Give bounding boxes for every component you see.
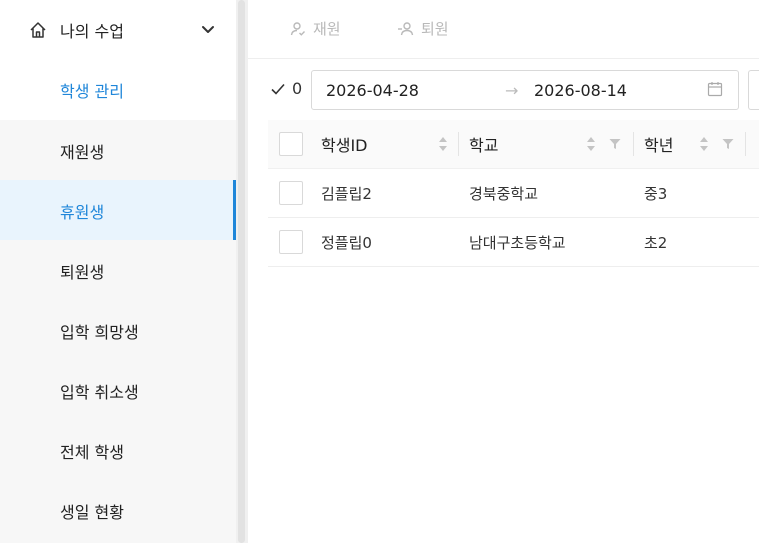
sidebar-item-label: 입학 취소생 <box>60 383 139 402</box>
cell-student-id: 정플립0 <box>321 233 372 252</box>
filter-bar: 0 2026-04-28 → 2026-08-14 <box>248 70 759 110</box>
main-content: 재원 퇴원 0 2026-04-28 → 2026-08-14 학생ID 학교 … <box>248 0 759 543</box>
arrow-right-icon: → <box>505 81 519 100</box>
sidebar-item-on-leave[interactable]: 휴원생 <box>0 180 236 240</box>
sidebar-item-all-students[interactable]: 전체 학생 <box>0 420 236 480</box>
menu-group-label: 나의 수업 <box>60 22 124 41</box>
column-header-school[interactable]: 학교 <box>458 120 633 169</box>
user-remove-icon <box>398 21 414 35</box>
toolbar: 재원 퇴원 <box>248 0 759 59</box>
checkmark-icon <box>271 83 285 95</box>
sidebar-item-withdrawn[interactable]: 퇴원생 <box>0 240 236 300</box>
menu-group-student-management[interactable]: 학생 관리 <box>0 60 236 157</box>
cell-student-id: 김플립2 <box>321 184 372 203</box>
column-divider <box>458 132 459 156</box>
sort-icon[interactable] <box>586 136 596 152</box>
select-all-header <box>268 120 310 169</box>
user-check-icon <box>290 21 306 36</box>
home-icon <box>30 22 46 38</box>
selected-count-value: 0 <box>292 79 303 98</box>
column-header-grade[interactable]: 학년 <box>633 120 759 169</box>
column-divider <box>633 132 634 156</box>
sidebar-item-label: 퇴원생 <box>60 263 105 282</box>
sidebar-item-cancelled[interactable]: 입학 취소생 <box>0 360 236 420</box>
column-header-label: 학교 <box>469 136 499 155</box>
cell-grade: 초2 <box>644 233 668 252</box>
row-checkbox[interactable] <box>279 181 303 205</box>
sidebar-item-label: 생일 현황 <box>60 503 124 522</box>
date-from[interactable]: 2026-04-28 <box>326 81 419 100</box>
cell-school: 남대구초등학교 <box>469 233 566 252</box>
menu-group-label: 학생 관리 <box>60 82 124 101</box>
menu-group-my-class[interactable]: 나의 수업 <box>0 0 236 60</box>
chevron-down-icon[interactable] <box>200 21 216 37</box>
sidebar-item-label: 입학 희망생 <box>60 323 139 342</box>
sidebar-scrollbar-thumb[interactable] <box>238 0 245 543</box>
filter-icon[interactable] <box>609 138 621 150</box>
sidebar-item-label: 휴원생 <box>60 203 105 222</box>
column-divider <box>745 132 746 156</box>
cell-school: 경북중학교 <box>469 184 539 203</box>
table-header-row: 학생ID 학교 학년 <box>268 120 759 169</box>
column-header-student-id[interactable]: 학생ID <box>310 120 458 169</box>
sidebar-item-applicants[interactable]: 입학 희망생 <box>0 300 236 360</box>
selected-count: 0 <box>270 79 302 98</box>
row-select-cell <box>268 168 310 218</box>
sidebar-item-enrolled[interactable]: 재원생 <box>0 120 236 180</box>
table-row[interactable]: 정플립0 남대구초등학교 초2 <box>268 217 759 267</box>
student-table: 학생ID 학교 학년 김플립2 경북중학교 중3 정플립0 남대구초등학교 초2 <box>268 120 759 267</box>
withdraw-label: 퇴원 <box>421 20 449 38</box>
sort-icon[interactable] <box>438 136 448 152</box>
row-select-cell <box>268 217 310 267</box>
row-checkbox[interactable] <box>279 230 303 254</box>
filter-icon[interactable] <box>722 138 734 150</box>
table-row[interactable]: 김플립2 경북중학교 중3 <box>268 168 759 218</box>
calendar-icon[interactable] <box>707 81 723 97</box>
date-range-picker[interactable]: 2026-04-28 → 2026-08-14 <box>311 70 739 110</box>
sort-icon[interactable] <box>699 136 709 152</box>
column-header-label: 학생ID <box>321 136 368 155</box>
sidebar-item-label: 재원생 <box>60 143 105 162</box>
select-all-checkbox[interactable] <box>279 132 303 156</box>
sidebar-item-label: 전체 학생 <box>60 443 124 462</box>
withdraw-button[interactable]: 퇴원 <box>397 18 449 39</box>
search-input-partial[interactable] <box>748 70 759 110</box>
cell-grade: 중3 <box>644 184 668 203</box>
enroll-button[interactable]: 재원 <box>289 18 341 39</box>
sidebar: 나의 수업 학생 관리 재원생 휴원생 퇴원생 입학 희망생 입학 취소생 전체… <box>0 0 236 543</box>
column-header-label: 학년 <box>644 136 674 155</box>
enroll-label: 재원 <box>313 20 341 38</box>
date-to[interactable]: 2026-08-14 <box>534 81 627 100</box>
sidebar-item-birthdays[interactable]: 생일 현황 <box>0 480 236 543</box>
